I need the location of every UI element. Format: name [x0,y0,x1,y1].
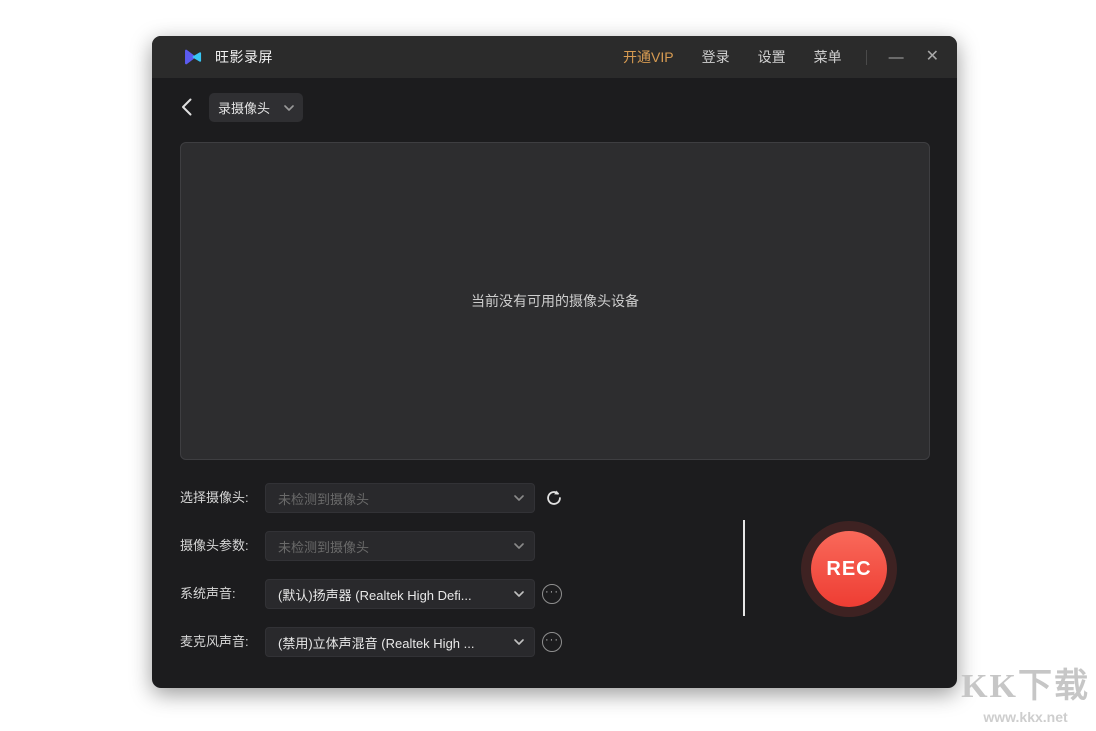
record-button-label: REC [826,558,871,581]
app-title: 旺影录屏 [215,47,273,67]
chevron-down-icon [514,639,524,645]
system-sound-dropdown[interactable]: (默认)扬声器 (Realtek High Defi... [265,579,535,609]
app-window: 旺影录屏 开通VIP 登录 设置 菜单 — ✕ 录摄像头 [152,36,957,688]
chevron-down-icon [284,105,294,111]
mic-sound-dropdown[interactable]: (禁用)立体声混音 (Realtek High ... [265,627,535,657]
chevron-down-icon [514,591,524,597]
mic-sound-value: (禁用)立体声混音 (Realtek High ... [278,633,508,652]
watermark-url: www.kkx.net [961,709,1090,725]
mic-sound-label: 麦克风声音: [180,627,264,657]
camera-params-label: 摄像头参数: [180,531,264,561]
record-mode-label: 录摄像头 [218,98,270,117]
content: 录摄像头 当前没有可用的摄像头设备 选择摄像头: 未检测到摄像头 [152,78,957,688]
camera-select-value: 未检测到摄像头 [278,489,508,508]
brand: 旺影录屏 [182,46,273,68]
system-sound-more-button[interactable]: ··· [542,584,562,604]
titlebar-menu: 开通VIP 登录 设置 菜单 — ✕ [595,47,939,67]
back-chevron-icon [180,97,193,117]
ellipsis-icon: ··· [545,587,559,598]
back-button[interactable] [180,94,200,120]
mic-level-meter [743,520,745,616]
titlebar: 旺影录屏 开通VIP 登录 设置 菜单 — ✕ [152,36,957,78]
system-sound-label: 系统声音: [180,579,264,609]
camera-preview-area: 当前没有可用的摄像头设备 [180,142,930,460]
camera-select-dropdown[interactable]: 未检测到摄像头 [265,483,535,513]
camera-params-value: 未检测到摄像头 [278,537,508,556]
close-button[interactable]: ✕ [926,49,939,65]
page: 旺影录屏 开通VIP 登录 设置 菜单 — ✕ 录摄像头 [0,0,1096,731]
watermark-title: KK下载 [961,658,1090,707]
chevron-down-icon [514,495,524,501]
minimize-button[interactable]: — [889,50,904,65]
open-vip-button[interactable]: 开通VIP [623,47,674,67]
refresh-icon [545,489,563,507]
chevron-down-icon [514,543,524,549]
camera-params-dropdown[interactable]: 未检测到摄像头 [265,531,535,561]
settings-button[interactable]: 设置 [758,47,786,67]
record-button[interactable]: REC [811,531,887,607]
camera-select-label: 选择摄像头: [180,483,264,513]
no-camera-message: 当前没有可用的摄像头设备 [471,291,639,311]
menu-button[interactable]: 菜单 [814,47,842,67]
mic-sound-more-button[interactable]: ··· [542,632,562,652]
system-sound-value: (默认)扬声器 (Realtek High Defi... [278,585,508,604]
ellipsis-icon: ··· [545,635,559,646]
login-button[interactable]: 登录 [702,47,730,67]
watermark: KK下载 www.kkx.net [961,658,1090,725]
app-logo-icon [182,46,204,68]
record-mode-select[interactable]: 录摄像头 [209,93,303,122]
refresh-camera-button[interactable] [543,487,565,509]
titlebar-divider [866,50,867,65]
